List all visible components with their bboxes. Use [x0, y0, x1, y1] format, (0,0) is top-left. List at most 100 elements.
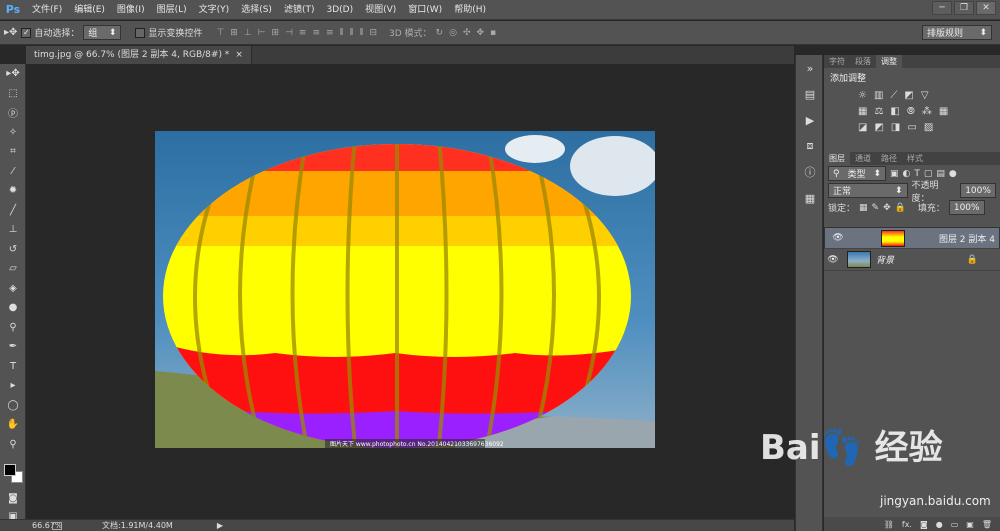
auto-select-checkbox[interactable]: ✓	[21, 27, 32, 38]
opacity-field[interactable]: 100%	[960, 183, 996, 198]
photo-filter-icon[interactable]: ⦾	[907, 106, 915, 117]
exposure-icon[interactable]: ◩	[904, 90, 913, 101]
auto-select-dropdown[interactable]: 组 ⬍	[83, 25, 122, 40]
tab-adjustments[interactable]: 调整	[876, 55, 902, 68]
color-swatches[interactable]	[4, 464, 24, 484]
threshold-icon[interactable]: ◨	[891, 122, 900, 133]
black-white-icon[interactable]: ◧	[890, 106, 899, 117]
actions-panel-icon[interactable]: ▶	[796, 107, 824, 133]
blend-mode-dropdown[interactable]: 正常 ⬍	[828, 183, 908, 198]
gradient-map-icon[interactable]: ▭	[907, 122, 916, 133]
hand-tool-icon[interactable]: ✋	[0, 415, 26, 435]
invert-icon[interactable]: ◪	[858, 122, 867, 133]
distribute-bottom-icon[interactable]: ≡	[326, 28, 334, 38]
menu-help[interactable]: 帮助(H)	[448, 0, 492, 20]
distribute-center-icon[interactable]: ⦀	[350, 28, 354, 38]
menu-file[interactable]: 文件(F)	[26, 0, 68, 20]
brush-tool-icon[interactable]: ╱	[0, 201, 26, 221]
align-right-icon[interactable]: ⊣	[285, 28, 293, 38]
color-balance-icon[interactable]: ⚖	[874, 106, 883, 117]
lock-position-icon[interactable]: ✥	[883, 203, 891, 213]
eraser-icon[interactable]: ▱	[0, 259, 26, 279]
collapse-dock-icon[interactable]: »	[796, 55, 824, 81]
lock-all-icon[interactable]: 🔒	[895, 203, 906, 213]
align-middle-icon[interactable]: ⊞	[230, 28, 238, 38]
info-panel-icon[interactable]: ⓘ	[796, 159, 824, 185]
layer-row-active[interactable]: 👁 图层 2 副本 4	[824, 227, 1000, 249]
tab-styles[interactable]: 样式	[902, 152, 928, 165]
eyedropper-icon[interactable]: ⁄	[0, 162, 26, 182]
align-center-icon[interactable]: ⊞	[272, 28, 280, 38]
menu-image[interactable]: 图像(I)	[111, 0, 151, 20]
foreground-color-swatch[interactable]	[4, 464, 16, 476]
new-adjustment-icon[interactable]: ●	[936, 520, 943, 529]
show-transform-checkbox[interactable]	[135, 27, 146, 38]
eye-icon[interactable]: 👁	[824, 255, 842, 265]
scale-3d-icon[interactable]: ▪	[490, 28, 496, 38]
menu-view[interactable]: 视图(V)	[359, 0, 402, 20]
vibrance-icon[interactable]: ▽	[921, 90, 929, 101]
fill-field[interactable]: 100%	[948, 200, 985, 215]
rotate-3d-icon[interactable]: ↻	[436, 28, 444, 38]
distribute-top-icon[interactable]: ≡	[299, 28, 307, 38]
menu-edit[interactable]: 编辑(E)	[68, 0, 111, 20]
lock-transparent-icon[interactable]: ▦	[859, 203, 868, 213]
new-layer-icon[interactable]: ▣	[966, 520, 974, 529]
selective-color-icon[interactable]: ▨	[924, 122, 933, 133]
hue-saturation-icon[interactable]: ▦	[858, 106, 867, 117]
brightness-icon[interactable]: ☼	[858, 90, 867, 101]
close-tab-icon[interactable]: ×	[235, 46, 243, 64]
minimize-button[interactable]: ─	[932, 1, 952, 15]
marquee-tool-icon[interactable]: ⬚	[0, 84, 26, 104]
3d-mode-tools[interactable]: ↻ ◎ ✣ ✥ ▪	[436, 28, 497, 38]
tab-channels[interactable]: 通道	[850, 152, 876, 165]
menu-3d[interactable]: 3D(D)	[320, 0, 359, 20]
menu-filter[interactable]: 滤镜(T)	[278, 0, 321, 20]
zoom-level[interactable]: 66.67%	[0, 521, 63, 530]
eye-icon[interactable]: 👁	[829, 233, 847, 243]
lock-pixels-icon[interactable]: ✎	[872, 203, 880, 213]
align-buttons[interactable]: ⊤ ⊞ ⊥ ⊢ ⊞ ⊣ ≡ ≡ ≡ ⦀ ⦀ ⦀ ⊟	[216, 28, 377, 38]
document-image[interactable]: 图片天下 www.photophoto.cn No.20140421033697…	[155, 131, 655, 448]
layer-style-icon[interactable]: fx.	[902, 520, 912, 529]
align-top-icon[interactable]: ⊤	[216, 28, 224, 38]
menu-type[interactable]: 文字(Y)	[193, 0, 236, 20]
history-panel-icon[interactable]: ▤	[796, 81, 824, 107]
distribute-right-icon[interactable]: ⦀	[359, 28, 363, 38]
move-tool-icon[interactable]: ▸✥	[0, 64, 26, 84]
blur-tool-icon[interactable]: ●	[0, 298, 26, 318]
swatches-panel-icon[interactable]: ▦	[796, 185, 824, 211]
close-button[interactable]: ✕	[976, 1, 996, 15]
link-layers-icon[interactable]: ⛓	[884, 520, 894, 529]
layer-row-background[interactable]: 👁 背景 🔒	[824, 249, 1000, 271]
posterize-icon[interactable]: ◩	[874, 122, 883, 133]
ellipse-tool-icon[interactable]: ◯	[0, 396, 26, 416]
canvas-area[interactable]: 图片天下 www.photophoto.cn No.20140421033697…	[27, 64, 794, 519]
lasso-tool-icon[interactable]: ⓟ	[0, 103, 26, 123]
align-bottom-icon[interactable]: ⊥	[244, 28, 252, 38]
path-selection-icon[interactable]: ▸	[0, 376, 26, 396]
channel-mixer-icon[interactable]: ⁂	[922, 106, 932, 117]
tab-paths[interactable]: 路径	[876, 152, 902, 165]
quick-mask-icon[interactable]: ◙	[0, 489, 26, 509]
move-tool-icon[interactable]: ▸✥	[4, 27, 17, 38]
add-mask-icon[interactable]: ◙	[920, 520, 928, 529]
tab-character[interactable]: 字符	[824, 55, 850, 68]
healing-brush-icon[interactable]: ✹	[0, 181, 26, 201]
filter-pixel-icon[interactable]: ▣	[890, 169, 899, 179]
distribute-middle-icon[interactable]: ≡	[312, 28, 320, 38]
menu-select[interactable]: 选择(S)	[235, 0, 278, 20]
history-brush-icon[interactable]: ↺	[0, 240, 26, 260]
crop-tool-icon[interactable]: ⌗	[0, 142, 26, 162]
tab-paragraph[interactable]: 段落	[850, 55, 876, 68]
slide-3d-icon[interactable]: ✥	[476, 28, 484, 38]
document-tab[interactable]: timg.jpg @ 66.7% (图层 2 副本 4, RGB/8#) * ×	[26, 46, 252, 64]
roll-3d-icon[interactable]: ◎	[449, 28, 457, 38]
new-group-icon[interactable]: ▭	[951, 520, 959, 529]
curves-icon[interactable]: ⟋	[890, 90, 897, 101]
color-lookup-icon[interactable]: ▦	[939, 106, 948, 117]
workspace-dropdown[interactable]: 排版规则 ⬍	[922, 25, 992, 40]
delete-layer-icon[interactable]: 🗑	[982, 520, 992, 529]
auto-align-icon[interactable]: ⊟	[369, 28, 377, 38]
type-tool-icon[interactable]: T	[0, 357, 26, 377]
